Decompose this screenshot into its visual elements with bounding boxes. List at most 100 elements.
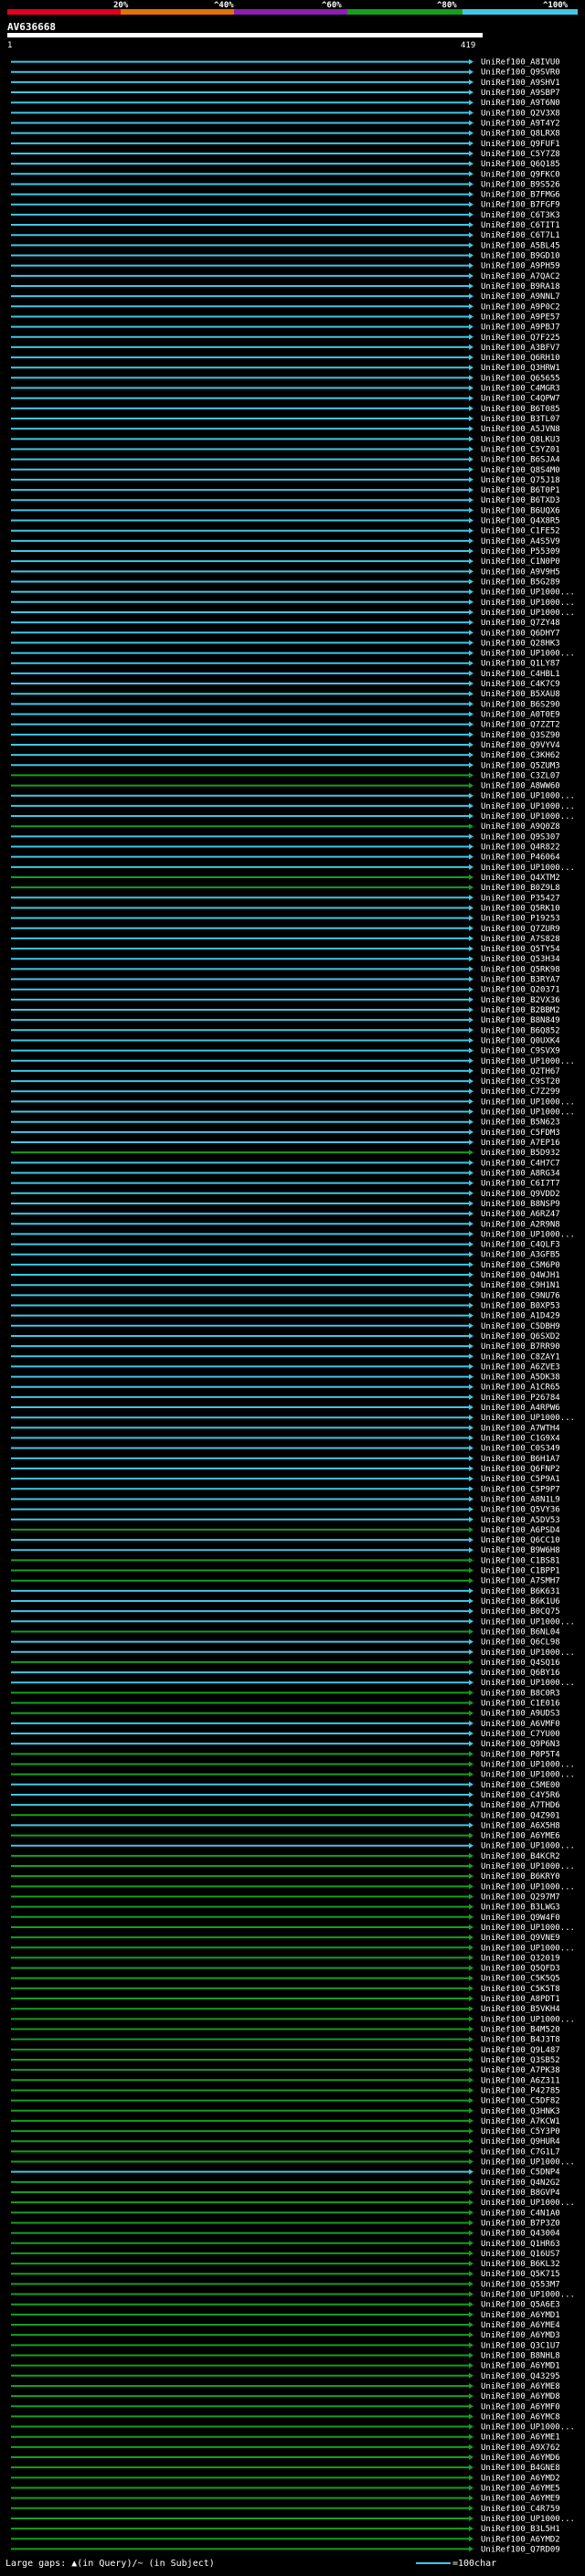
hit-label[interactable]: UniRef100_A3BFV7 bbox=[481, 344, 560, 353]
hit-label[interactable]: UniRef100_UP1000... bbox=[481, 1414, 575, 1423]
hit-label[interactable]: UniRef100_Q7ZUR9 bbox=[481, 925, 560, 934]
hit-label[interactable]: UniRef100_Q3SZ90 bbox=[481, 731, 560, 740]
hit-label[interactable]: UniRef100_P42785 bbox=[481, 2086, 560, 2095]
hit-label[interactable]: UniRef100_A9UDS3 bbox=[481, 1710, 560, 1719]
hit-label[interactable]: UniRef100_A6YMD2 bbox=[481, 2535, 560, 2544]
hit-label[interactable]: UniRef100_B8NSP9 bbox=[481, 1200, 560, 1209]
hit-label[interactable]: UniRef100_C8ZAY1 bbox=[481, 1352, 560, 1362]
hit-label[interactable]: UniRef100_Q1LY87 bbox=[481, 660, 560, 669]
hit-label[interactable]: UniRef100_A7SMH7 bbox=[481, 1577, 560, 1586]
hit-label[interactable]: UniRef100_A6PSD4 bbox=[481, 1526, 560, 1535]
hit-label[interactable]: UniRef100_A8PDT1 bbox=[481, 1995, 560, 2004]
hit-label[interactable]: UniRef100_Q4SQ16 bbox=[481, 1659, 560, 1668]
hit-label[interactable]: UniRef100_Q5K715 bbox=[481, 2270, 560, 2279]
hit-label[interactable]: UniRef100_UP1000... bbox=[481, 1862, 575, 1871]
hit-label[interactable]: UniRef100_B5VKH4 bbox=[481, 2005, 560, 2014]
hit-label[interactable]: UniRef100_Q297M7 bbox=[481, 1892, 560, 1902]
hit-label[interactable]: UniRef100_A6YME4 bbox=[481, 2321, 560, 2330]
hit-label[interactable]: UniRef100_Q9FKC0 bbox=[481, 170, 560, 179]
hit-label[interactable]: UniRef100_B6KRY0 bbox=[481, 1872, 560, 1882]
hit-label[interactable]: UniRef100_B6Q852 bbox=[481, 1026, 560, 1035]
hit-label[interactable]: UniRef100_A6RZ47 bbox=[481, 1210, 560, 1219]
hit-label[interactable]: UniRef100_A7WTH4 bbox=[481, 1424, 560, 1433]
hit-label[interactable]: UniRef100_B6UQX6 bbox=[481, 506, 560, 515]
hit-label[interactable]: UniRef100_C5K5Q5 bbox=[481, 1975, 560, 1984]
hit-label[interactable]: UniRef100_Q75J18 bbox=[481, 476, 560, 485]
hit-label[interactable]: UniRef100_B6NL04 bbox=[481, 1627, 560, 1637]
hit-label[interactable]: UniRef100_Q9SVR0 bbox=[481, 69, 560, 78]
hit-label[interactable]: UniRef100_UP1000... bbox=[481, 1944, 575, 1953]
hit-label[interactable]: UniRef100_UP1000... bbox=[481, 1230, 575, 1239]
hit-label[interactable]: UniRef100_A1D429 bbox=[481, 1312, 560, 1321]
hit-label[interactable]: UniRef100_Q6BY16 bbox=[481, 1669, 560, 1678]
hit-label[interactable]: UniRef100_Q6CC10 bbox=[481, 1536, 560, 1545]
hit-label[interactable]: UniRef100_C6TIT1 bbox=[481, 221, 560, 230]
hit-label[interactable]: UniRef100_UP1000... bbox=[481, 792, 575, 801]
hit-label[interactable]: UniRef100_Q43004 bbox=[481, 2230, 560, 2239]
hit-label[interactable]: UniRef100_UP1000... bbox=[481, 2291, 575, 2300]
hit-label[interactable]: UniRef100_C5FDM3 bbox=[481, 1129, 560, 1138]
hit-label[interactable]: UniRef100_UP1000... bbox=[481, 812, 575, 822]
hit-label[interactable]: UniRef100_B9W6H8 bbox=[481, 1546, 560, 1555]
hit-label[interactable]: UniRef100_B8NHL8 bbox=[481, 2351, 560, 2360]
hit-label[interactable]: UniRef100_Q5RK98 bbox=[481, 965, 560, 974]
hit-label[interactable]: UniRef100_C7YU00 bbox=[481, 1730, 560, 1739]
hit-label[interactable]: UniRef100_UP1000... bbox=[481, 609, 575, 618]
hit-label[interactable]: UniRef100_A6YME6 bbox=[481, 1832, 560, 1841]
hit-label[interactable]: UniRef100_UP1000... bbox=[481, 1924, 575, 1933]
hit-label[interactable]: UniRef100_A0T0E9 bbox=[481, 711, 560, 720]
hit-label[interactable]: UniRef100_Q43295 bbox=[481, 2372, 560, 2381]
hit-label[interactable]: UniRef100_UP1000... bbox=[481, 1760, 575, 1769]
hit-label[interactable]: UniRef100_B6K631 bbox=[481, 1587, 560, 1596]
hit-label[interactable]: UniRef100_A6YMD3 bbox=[481, 2331, 560, 2340]
hit-label[interactable]: UniRef100_B8N849 bbox=[481, 1016, 560, 1025]
hit-label[interactable]: UniRef100_UP1000... bbox=[481, 650, 575, 659]
hit-label[interactable]: UniRef100_B4GNE8 bbox=[481, 2464, 560, 2473]
hit-label[interactable]: UniRef100_Q9S307 bbox=[481, 832, 560, 842]
hit-label[interactable]: UniRef100_P26784 bbox=[481, 1394, 560, 1403]
hit-label[interactable]: UniRef100_A8IVU0 bbox=[481, 58, 560, 68]
hit-label[interactable]: UniRef100_Q9VNE9 bbox=[481, 1934, 560, 1943]
hit-label[interactable]: UniRef100_C7Z299 bbox=[481, 1087, 560, 1097]
hit-label[interactable]: UniRef100_C4QLF3 bbox=[481, 1241, 560, 1250]
hit-label[interactable]: UniRef100_A9NNL7 bbox=[481, 292, 560, 302]
hit-label[interactable]: UniRef100_C1FE52 bbox=[481, 527, 560, 536]
hit-label[interactable]: UniRef100_C5DNP4 bbox=[481, 2168, 560, 2178]
hit-label[interactable]: UniRef100_A5JVN8 bbox=[481, 425, 560, 434]
hit-label[interactable]: UniRef100_A6Z311 bbox=[481, 2076, 560, 2085]
hit-label[interactable]: UniRef100_A7S828 bbox=[481, 935, 560, 944]
hit-label[interactable]: UniRef100_A6YMC8 bbox=[481, 2412, 560, 2422]
hit-label[interactable]: UniRef100_C5P9P7 bbox=[481, 1485, 560, 1494]
hit-label[interactable]: UniRef100_Q8LKU3 bbox=[481, 435, 560, 444]
hit-label[interactable]: UniRef100_B3LWG3 bbox=[481, 1903, 560, 1913]
hit-label[interactable]: UniRef100_B2BBM2 bbox=[481, 1006, 560, 1015]
hit-label[interactable]: UniRef100_A9X762 bbox=[481, 2443, 560, 2453]
hit-label[interactable]: UniRef100_A6YMD1 bbox=[481, 2362, 560, 2371]
hit-label[interactable]: UniRef100_A9PBJ7 bbox=[481, 323, 560, 333]
hit-label[interactable]: UniRef100_B2VX36 bbox=[481, 996, 560, 1005]
hit-label[interactable]: UniRef100_C4MGR3 bbox=[481, 385, 560, 394]
hit-label[interactable]: UniRef100_Q9L487 bbox=[481, 2046, 560, 2055]
hit-label[interactable]: UniRef100_B4M520 bbox=[481, 2026, 560, 2035]
hit-label[interactable]: UniRef100_B5D932 bbox=[481, 1149, 560, 1158]
hit-label[interactable]: UniRef100_UP1000... bbox=[481, 599, 575, 608]
hit-label[interactable]: UniRef100_UP1000... bbox=[481, 864, 575, 873]
hit-label[interactable]: UniRef100_Q6FNP2 bbox=[481, 1465, 560, 1474]
hit-label[interactable]: UniRef100_A6YME8 bbox=[481, 2382, 560, 2391]
hit-label[interactable]: UniRef100_C5ME00 bbox=[481, 1781, 560, 1790]
hit-label[interactable]: UniRef100_Q5ZUM3 bbox=[481, 761, 560, 770]
hit-label[interactable]: UniRef100_B3TL07 bbox=[481, 415, 560, 424]
hit-label[interactable]: UniRef100_Q7RD09 bbox=[481, 2545, 560, 2554]
hit-label[interactable]: UniRef100_Q3HNK3 bbox=[481, 2107, 560, 2116]
hit-label[interactable]: UniRef100_Q5VY36 bbox=[481, 1506, 560, 1515]
hit-label[interactable]: UniRef100_P19253 bbox=[481, 915, 560, 924]
hit-label[interactable]: UniRef100_Q5TY54 bbox=[481, 945, 560, 954]
hit-label[interactable]: UniRef100_Q2V3X8 bbox=[481, 109, 560, 118]
hit-label[interactable]: UniRef100_B0CQ75 bbox=[481, 1607, 560, 1617]
hit-label[interactable]: UniRef100_B3RYA7 bbox=[481, 976, 560, 985]
hit-label[interactable]: UniRef100_B5N623 bbox=[481, 1118, 560, 1128]
hit-label[interactable]: UniRef100_A9SBP7 bbox=[481, 89, 560, 98]
hit-label[interactable]: UniRef100_P55309 bbox=[481, 547, 560, 557]
hit-label[interactable]: UniRef100_UP1000... bbox=[481, 802, 575, 811]
hit-label[interactable]: UniRef100_B6K1U6 bbox=[481, 1597, 560, 1606]
